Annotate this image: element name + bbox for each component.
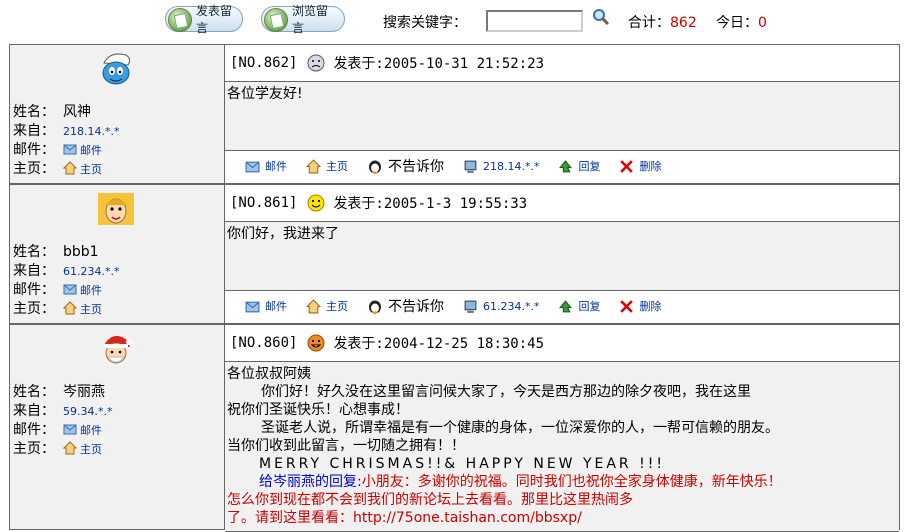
home-icon <box>306 158 321 173</box>
email-icon <box>63 144 77 155</box>
reply-icon <box>559 159 573 172</box>
message-number: [NO.861] <box>230 195 298 211</box>
note-icon <box>264 8 288 32</box>
reply-button[interactable]: 回复 <box>558 298 600 314</box>
message-header: [NO.861] 发表于:2005-1-3 19:55:33 <box>225 185 899 222</box>
grin-face-icon <box>307 334 325 352</box>
author-name: 岑丽燕 <box>63 384 105 400</box>
message-number: [NO.860] <box>230 335 298 351</box>
homepage-action[interactable]: 主页 <box>306 298 348 314</box>
delete-icon <box>620 299 634 313</box>
author-panel: 姓名： bbb1 来自： 61.234.*.* 邮件： 邮件 主页： 主页 <box>10 185 225 323</box>
author-email-link[interactable]: 邮件 <box>63 424 102 437</box>
author-info: 姓名： bbb1 来自： 61.234.*.* 邮件： 邮件 主页： 主页 <box>13 244 120 317</box>
search-icon[interactable] <box>592 8 610 26</box>
author-homepage-link[interactable]: 主页 <box>63 301 102 316</box>
note-icon <box>168 8 192 32</box>
home-icon <box>63 301 77 315</box>
total-count: 合计：862 <box>628 15 697 31</box>
today-count: 今日：0 <box>716 15 767 31</box>
qq-action[interactable]: 不告诉你 <box>367 156 444 176</box>
home-icon <box>63 161 77 175</box>
computer-icon <box>464 300 477 313</box>
message-panel: [NO.861] 发表于:2005-1-3 19:55:33 你们好，我进来了 … <box>225 185 899 323</box>
posted-time: 发表于:2005-1-3 19:55:33 <box>333 196 528 212</box>
post-message-button[interactable]: 发表留言 <box>165 4 243 35</box>
author-panel: 姓名： 风神 来自： 218.14.*.* 邮件： 邮件 主页： 主页 <box>10 45 225 183</box>
home-icon <box>306 298 321 313</box>
ip-action[interactable]: 218.14.*.* <box>463 159 539 174</box>
message-panel: [NO.862] 发表于:2005-10-31 21:52:23 各位学友好! … <box>225 45 899 183</box>
email-action[interactable]: 邮件 <box>245 158 287 174</box>
smurf-avatar <box>102 53 131 85</box>
email-icon <box>245 161 260 172</box>
posted-time: 发表于:2004-12-25 18:30:45 <box>333 336 545 352</box>
email-icon <box>245 301 260 312</box>
delete-button[interactable]: 删除 <box>619 298 661 314</box>
email-icon <box>63 424 77 435</box>
author-email-link[interactable]: 邮件 <box>63 144 102 157</box>
message-panel: [NO.860] 发表于:2004-12-25 18:30:45 各位叔叔阿姨 … <box>225 325 899 532</box>
penguin-icon <box>369 160 381 174</box>
qq-action[interactable]: 不告诉你 <box>367 296 444 316</box>
message-header: [NO.862] 发表于:2005-10-31 21:52:23 <box>225 45 899 82</box>
message-number: [NO.862] <box>230 55 298 71</box>
author-ip: 218.14.*.* <box>63 125 120 138</box>
author-name: bbb1 <box>63 244 99 260</box>
author-panel: 姓名： 岑丽燕 来自： 59.34.*.* 邮件： 邮件 主页： 主页 <box>10 325 225 529</box>
message-entry: 姓名： 风神 来自： 218.14.*.* 邮件： 邮件 主页： 主页 [NO.862]… <box>9 44 900 184</box>
admin-reply: 给岑丽燕的回复:小朋友：多谢你的祝福。同时我们也祝你全家身体健康，新年快乐！ <box>259 474 782 490</box>
reply-button[interactable]: 回复 <box>558 158 600 174</box>
author-homepage-link[interactable]: 主页 <box>63 161 102 176</box>
ip-action[interactable]: 61.234.*.* <box>463 299 539 314</box>
posted-time: 发表于:2005-10-31 21:52:23 <box>333 56 545 72</box>
email-action[interactable]: 邮件 <box>245 298 287 314</box>
home-icon <box>63 441 77 455</box>
author-ip: 61.234.*.* <box>63 265 120 278</box>
search-label: 搜索关键字： <box>383 15 467 31</box>
message-header: [NO.860] 发表于:2004-12-25 18:30:45 <box>225 325 899 362</box>
toolbar: 发表留言 浏览留言 搜索关键字： 合计：862 今日：0 <box>0 0 919 44</box>
delete-icon <box>620 159 634 173</box>
email-icon <box>63 284 77 295</box>
sad-face-icon <box>307 54 325 72</box>
message-body: 各位叔叔阿姨 你们好！好久没在这里留言问候大家了，今天是西方那边的除夕夜吧，我在… <box>225 362 899 532</box>
penguin-icon <box>369 300 381 314</box>
homepage-action[interactable]: 主页 <box>306 158 348 174</box>
smile-face-icon <box>307 194 325 212</box>
santa-avatar <box>104 335 132 364</box>
delete-button[interactable]: 删除 <box>619 158 661 174</box>
message-entry: 姓名： bbb1 来自： 61.234.*.* 邮件： 邮件 主页： 主页 [NO.86… <box>9 184 900 324</box>
browse-messages-button[interactable]: 浏览留言 <box>261 4 345 35</box>
author-name: 风神 <box>63 104 91 120</box>
message-entry: 姓名： 岑丽燕 来自： 59.34.*.* 邮件： 邮件 主页： 主页 [NO.860]… <box>9 324 900 532</box>
author-info: 姓名： 岑丽燕 来自： 59.34.*.* 邮件： 邮件 主页： 主页 <box>13 384 113 457</box>
author-ip: 59.34.*.* <box>63 405 113 418</box>
author-homepage-link[interactable]: 主页 <box>63 441 102 456</box>
reply-icon <box>559 299 573 312</box>
search-input[interactable] <box>486 10 583 32</box>
computer-icon <box>464 160 477 173</box>
girl-avatar <box>98 193 134 225</box>
message-body: 你们好，我进来了 <box>225 222 899 291</box>
message-body: 各位学友好! <box>225 82 899 151</box>
author-info: 姓名： 风神 来自： 218.14.*.* 邮件： 邮件 主页： 主页 <box>13 104 120 177</box>
author-email-link[interactable]: 邮件 <box>63 284 102 297</box>
message-actions: 邮件 主页 不告诉你 61.234.*.* 回复 删除 <box>225 291 899 321</box>
message-actions: 邮件 主页 不告诉你 218.14.*.* 回复 删除 <box>225 151 899 181</box>
